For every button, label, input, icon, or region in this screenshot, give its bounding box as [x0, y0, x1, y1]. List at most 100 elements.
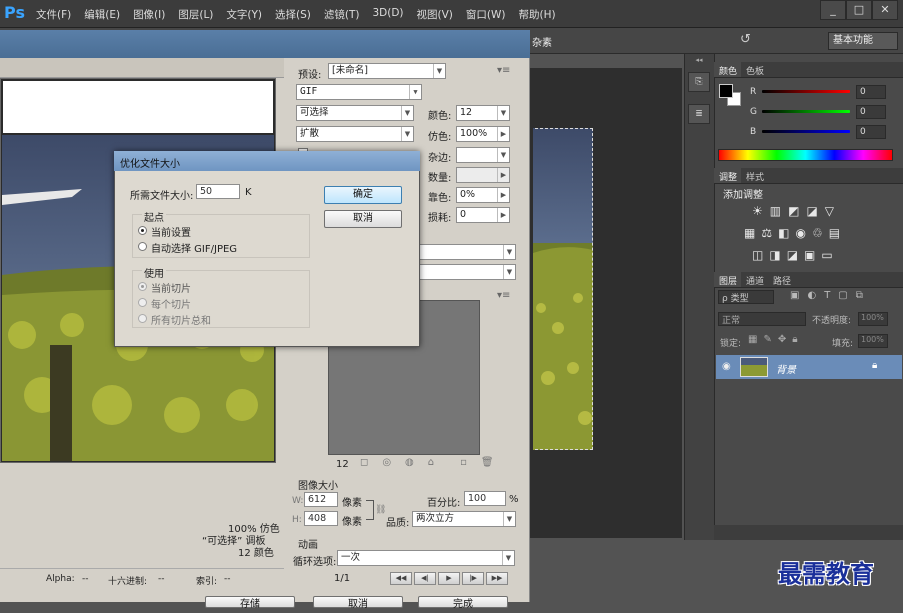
next-frame-button[interactable]: |▶	[462, 572, 484, 585]
minimize-button[interactable]: _	[820, 0, 846, 20]
opacity-input[interactable]: 100%	[858, 312, 888, 326]
menu-select[interactable]: 选择(S)	[275, 7, 311, 22]
use-total-radio[interactable]	[138, 314, 147, 323]
menu-file[interactable]: 文件(F)	[36, 7, 71, 22]
menu-3d[interactable]: 3D(D)	[372, 7, 403, 22]
web-shift-icon[interactable]: ◎	[382, 457, 391, 468]
maximize-button[interactable]: □	[846, 0, 872, 20]
reduction-select[interactable]: 可选择 ▼	[296, 105, 414, 121]
matte-select[interactable]: ▼	[456, 147, 510, 163]
channel-r-slider[interactable]	[762, 90, 850, 93]
color-table-menu-icon[interactable]: ▾≡	[497, 290, 510, 301]
pixel-filter-icon[interactable]: ▣	[790, 290, 799, 301]
lock-all-icon[interactable]: 🔒︎	[792, 334, 797, 345]
black-white-icon[interactable]: ◧	[778, 226, 789, 240]
vibrance-icon[interactable]: ▽	[825, 204, 834, 218]
lossy-select[interactable]: 0 ▶	[456, 207, 510, 223]
blend-mode-select[interactable]: 正常	[718, 312, 806, 326]
selective-color-icon[interactable]: ▭	[821, 248, 832, 262]
link-chain-icon[interactable]: ⛓	[375, 505, 386, 515]
loop-select[interactable]: 一次 ▼	[337, 550, 515, 566]
channel-r-value[interactable]: 0	[856, 85, 886, 99]
collapse-arrows-icon[interactable]: ◂◂	[684, 56, 714, 64]
menu-window[interactable]: 窗口(W)	[466, 7, 506, 22]
layer-kind-filter[interactable]: ρ 类型	[718, 290, 774, 304]
hue-saturation-icon[interactable]: ▦	[744, 226, 755, 240]
last-frame-button[interactable]: ▶▶	[486, 572, 508, 585]
menu-layer[interactable]: 图层(L)	[178, 7, 213, 22]
menu-view[interactable]: 视图(V)	[417, 7, 453, 22]
type-filter-icon[interactable]: T	[824, 290, 830, 301]
percent-input[interactable]: 100	[464, 491, 506, 506]
lock-color-icon[interactable]: ◍	[405, 457, 414, 468]
brightness-icon[interactable]: ☀	[752, 204, 763, 218]
levels-icon[interactable]: ▥	[770, 204, 781, 218]
fill-input[interactable]: 100%	[858, 334, 888, 348]
width-input[interactable]: 612	[304, 492, 338, 507]
tab-layers[interactable]: 图层	[714, 272, 742, 287]
menu-filter[interactable]: 滤镜(T)	[324, 7, 360, 22]
channel-g-value[interactable]: 0	[856, 105, 886, 119]
new-color-icon[interactable]: ▫	[460, 457, 467, 468]
amount-select[interactable]: ▶	[456, 167, 510, 183]
lock-paint-icon[interactable]: ✎	[763, 334, 771, 345]
colors-select[interactable]: 12 ▼	[456, 105, 510, 121]
color-balance-icon[interactable]: ⚖	[761, 226, 772, 240]
exposure-icon[interactable]: ◪	[806, 204, 817, 218]
tab-channels[interactable]: 通道	[741, 272, 768, 287]
color-lookup-icon[interactable]: ▤	[829, 226, 840, 240]
preset-select[interactable]: [未命名] ▼	[328, 63, 446, 79]
rotate-view-icon[interactable]: ↺	[740, 32, 751, 47]
cancel-save-button[interactable]: 取消	[313, 596, 403, 610]
tab-paths[interactable]: 路径	[768, 272, 795, 287]
gradient-map-icon[interactable]: ▣	[804, 248, 815, 262]
lock-color-alt-icon[interactable]: ⌂	[428, 457, 434, 468]
color-profile-select[interactable]: ▼	[418, 244, 516, 260]
lock-transparency-icon[interactable]: ▦	[748, 334, 757, 345]
first-frame-button[interactable]: ◀◀	[390, 572, 412, 585]
channel-g-slider[interactable]	[762, 110, 850, 113]
threshold-icon[interactable]: ◪	[787, 248, 798, 262]
save-button[interactable]: 存储	[205, 596, 295, 610]
tab-adjustments[interactable]: 调整	[714, 168, 742, 183]
shape-filter-icon[interactable]: ▢	[838, 290, 847, 301]
menu-help[interactable]: 帮助(H)	[519, 7, 556, 22]
height-input[interactable]: 408	[304, 511, 338, 526]
dither-algorithm-select[interactable]: 扩散 ▼	[296, 126, 414, 142]
quality-select[interactable]: 两次立方 ▼	[412, 511, 516, 527]
ok-button[interactable]: 确定	[324, 186, 402, 204]
curves-icon[interactable]: ◩	[788, 204, 799, 218]
layer-name[interactable]: 背景	[776, 361, 796, 376]
color-spectrum-ramp[interactable]	[718, 149, 893, 161]
smart-filter-icon[interactable]: ⧉	[856, 290, 863, 301]
cancel-button[interactable]: 取消	[324, 210, 402, 228]
tab-swatches[interactable]: 色板	[741, 62, 768, 77]
play-button[interactable]: ▶	[438, 572, 460, 585]
channel-mixer-icon[interactable]: ♲	[812, 226, 823, 240]
target-size-input[interactable]: 50	[196, 184, 240, 199]
tab-color[interactable]: 颜色	[714, 62, 742, 77]
delete-color-icon[interactable]: 🗑︎	[481, 457, 494, 468]
channel-b-slider[interactable]	[762, 130, 850, 133]
prev-frame-button[interactable]: ◀|	[414, 572, 436, 585]
tab-styles[interactable]: 样式	[741, 168, 768, 183]
dither-amount-select[interactable]: 100% ▶	[456, 126, 510, 142]
properties-panel-icon[interactable]: ≣	[688, 104, 710, 124]
done-button[interactable]: 完成	[418, 596, 508, 610]
posterize-icon[interactable]: ◨	[769, 248, 780, 262]
layer-visibility-eye-icon[interactable]: ◉	[722, 361, 731, 372]
use-each-slice-radio[interactable]	[138, 298, 147, 307]
map-transparent-icon[interactable]: ◻	[360, 457, 368, 468]
adjust-filter-icon[interactable]: ◐	[807, 290, 816, 301]
menu-edit[interactable]: 编辑(E)	[84, 7, 120, 22]
workspace-switcher[interactable]: 基本功能	[828, 32, 898, 50]
use-current-slice-radio[interactable]	[138, 282, 147, 291]
start-auto-radio[interactable]	[138, 242, 147, 251]
invert-icon[interactable]: ◫	[752, 248, 763, 262]
menu-image[interactable]: 图像(I)	[133, 7, 165, 22]
close-button[interactable]: ✕	[872, 0, 898, 20]
metadata-select[interactable]: ▼	[418, 264, 516, 280]
start-current-radio[interactable]	[138, 226, 147, 235]
channel-b-value[interactable]: 0	[856, 125, 886, 139]
web-snap-select[interactable]: 0% ▶	[456, 187, 510, 203]
